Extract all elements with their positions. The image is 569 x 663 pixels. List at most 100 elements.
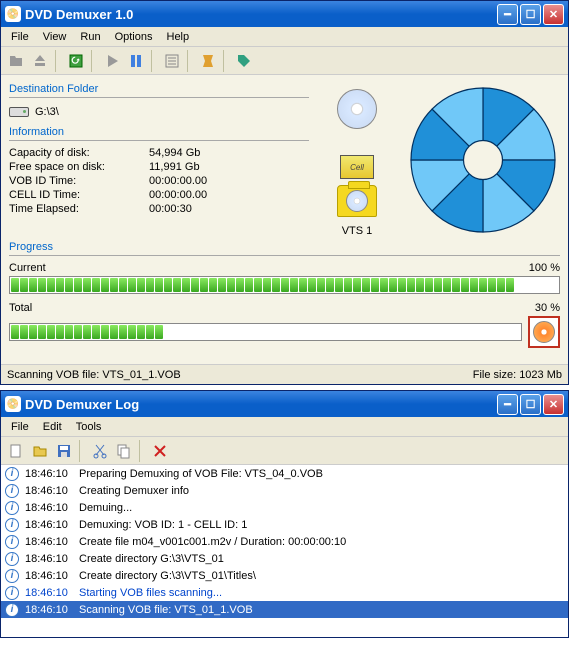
log-text: Starting VOB files scanning...: [79, 587, 222, 599]
drive-icon: [9, 107, 29, 117]
center-icons: Cell VTS 1: [317, 83, 397, 237]
total-label: Total: [9, 302, 32, 314]
burn-button[interactable]: [528, 316, 560, 348]
menu-view[interactable]: View: [37, 29, 73, 45]
log-list[interactable]: i 18:46:10 Preparing Demuxing of VOB File:…: [1, 465, 568, 637]
log-time: 18:46:10: [25, 502, 73, 514]
log-text: Create directory G:\3\VTS_01: [79, 553, 224, 565]
vts-folder-icon[interactable]: [337, 185, 377, 217]
current-pct: 100 %: [529, 262, 560, 274]
log-save-button[interactable]: [53, 440, 75, 462]
log-copy-button[interactable]: [113, 440, 135, 462]
log-row[interactable]: i18:46:10Create file m04_v001c001.m2v / …: [1, 533, 568, 550]
info-icon: i: [5, 552, 19, 566]
info-icon: i: [5, 467, 19, 481]
log-row[interactable]: i 18:46:10 Scanning VOB file: VTS_01_1.VOB: [1, 601, 568, 618]
log-text: Scanning VOB file: VTS_01_1.VOB: [79, 604, 253, 616]
help-button[interactable]: [197, 50, 219, 72]
log-time: 18:46:10: [25, 587, 73, 599]
log-time: 18:46:10: [25, 570, 73, 582]
log-menubar: File Edit Tools: [1, 417, 568, 437]
info-icon: i: [5, 501, 19, 515]
info-value: 00:00:30: [149, 203, 309, 215]
app-icon: 📀: [5, 6, 21, 22]
maximize-button[interactable]: ☐: [520, 4, 541, 25]
total-progress-bar: [9, 323, 522, 341]
info-label: CELL ID Time:: [9, 189, 139, 201]
log-menu-file[interactable]: File: [5, 419, 35, 435]
log-text: Demuing...: [79, 502, 132, 514]
log-time: 18:46:10: [25, 553, 73, 565]
settings-button[interactable]: [161, 50, 183, 72]
log-delete-button[interactable]: [149, 440, 171, 462]
log-text: Creating Demuxer info: [79, 485, 189, 497]
main-statusbar: Scanning VOB file: VTS_01_1.VOB File siz…: [1, 364, 568, 384]
log-menu-edit[interactable]: Edit: [37, 419, 68, 435]
disc-icon[interactable]: [337, 89, 377, 129]
log-row[interactable]: i 18:46:10 Preparing Demuxing of VOB File:…: [1, 465, 568, 482]
menu-run[interactable]: Run: [74, 29, 106, 45]
log-row[interactable]: i 18:46:10 Create directory G:\3\VTS_01\Ti…: [1, 567, 568, 584]
info-icon: i: [5, 569, 19, 583]
log-text: Preparing Demuxing of VOB File: VTS_04_0…: [79, 468, 323, 480]
info-label: VOB ID Time:: [9, 175, 139, 187]
log-menu-tools[interactable]: Tools: [70, 419, 108, 435]
pause-button[interactable]: [125, 50, 147, 72]
destination-group: Destination Folder G:\3\: [9, 83, 309, 120]
log-text: Create file m04_v001c001.m2v / Duration:…: [79, 536, 346, 548]
main-titlebar[interactable]: 📀 DVD Demuxer 1.0 ━ ☐ ✕: [1, 1, 568, 27]
info-value: 00:00:00.00: [149, 189, 309, 201]
info-icon: i: [5, 535, 19, 549]
main-title: DVD Demuxer 1.0: [25, 7, 497, 22]
info-label: Free space on disk:: [9, 161, 139, 173]
menu-options[interactable]: Options: [109, 29, 159, 45]
info-icon: i: [5, 518, 19, 532]
close-button[interactable]: ✕: [543, 4, 564, 25]
log-row[interactable]: i 18:46:10 Create directory G:\3\VTS_01: [1, 550, 568, 567]
info-value: 00:00:00.00: [149, 175, 309, 187]
minimize-button[interactable]: ━: [497, 4, 518, 25]
progress-title: Progress: [9, 241, 560, 253]
information-title: Information: [9, 126, 309, 138]
info-icon: i: [5, 603, 19, 617]
log-row[interactable]: i18:46:10Creating Demuxer info: [1, 482, 568, 499]
log-text: Create directory G:\3\VTS_01\Titles\: [79, 570, 256, 582]
log-titlebar[interactable]: 📀 DVD Demuxer Log ━ ☐ ✕: [1, 391, 568, 417]
menu-help[interactable]: Help: [161, 29, 196, 45]
main-menubar: File View Run Options Help: [1, 27, 568, 47]
refresh-button[interactable]: [65, 50, 87, 72]
log-close-button[interactable]: ✕: [543, 394, 564, 415]
log-new-button[interactable]: [5, 440, 27, 462]
log-time: 18:46:10: [25, 604, 73, 616]
main-window: 📀 DVD Demuxer 1.0 ━ ☐ ✕ File View Run Op…: [0, 0, 569, 385]
play-button[interactable]: [101, 50, 123, 72]
log-time: 18:46:10: [25, 485, 73, 497]
open-button[interactable]: [5, 50, 27, 72]
info-label: Capacity of disk:: [9, 147, 139, 159]
current-label: Current: [9, 262, 46, 274]
info-value: 54,994 Gb: [149, 147, 309, 159]
main-panel: Destination Folder G:\3\ Information Cap…: [1, 75, 568, 364]
tag-button[interactable]: [233, 50, 255, 72]
vts-label: VTS 1: [342, 225, 373, 237]
log-open-button[interactable]: [29, 440, 51, 462]
log-row[interactable]: i 18:46:10 Demuxing: VOB ID: 1 - CELL ID: …: [1, 516, 568, 533]
log-cut-button[interactable]: [89, 440, 111, 462]
log-time: 18:46:10: [25, 468, 73, 480]
log-time: 18:46:10: [25, 519, 73, 531]
eject-button[interactable]: [29, 50, 51, 72]
log-row[interactable]: i 18:46:10 Demuing...: [1, 499, 568, 516]
log-window: 📀 DVD Demuxer Log ━ ☐ ✕ File Edit Tools …: [0, 390, 569, 638]
vob-icon[interactable]: Cell: [340, 155, 374, 179]
menu-file[interactable]: File: [5, 29, 35, 45]
info-label: Time Elapsed:: [9, 203, 139, 215]
log-row[interactable]: i 18:46:10 Starting VOB files scanning...: [1, 584, 568, 601]
status-right: File size: 1023 Mb: [467, 369, 568, 381]
log-title: DVD Demuxer Log: [25, 397, 497, 412]
log-minimize-button[interactable]: ━: [497, 394, 518, 415]
main-toolbar: [1, 47, 568, 75]
log-maximize-button[interactable]: ☐: [520, 394, 541, 415]
log-text: Demuxing: VOB ID: 1 - CELL ID: 1: [79, 519, 247, 531]
pie-chart[interactable]: [405, 83, 560, 237]
info-icon: i: [5, 586, 19, 600]
